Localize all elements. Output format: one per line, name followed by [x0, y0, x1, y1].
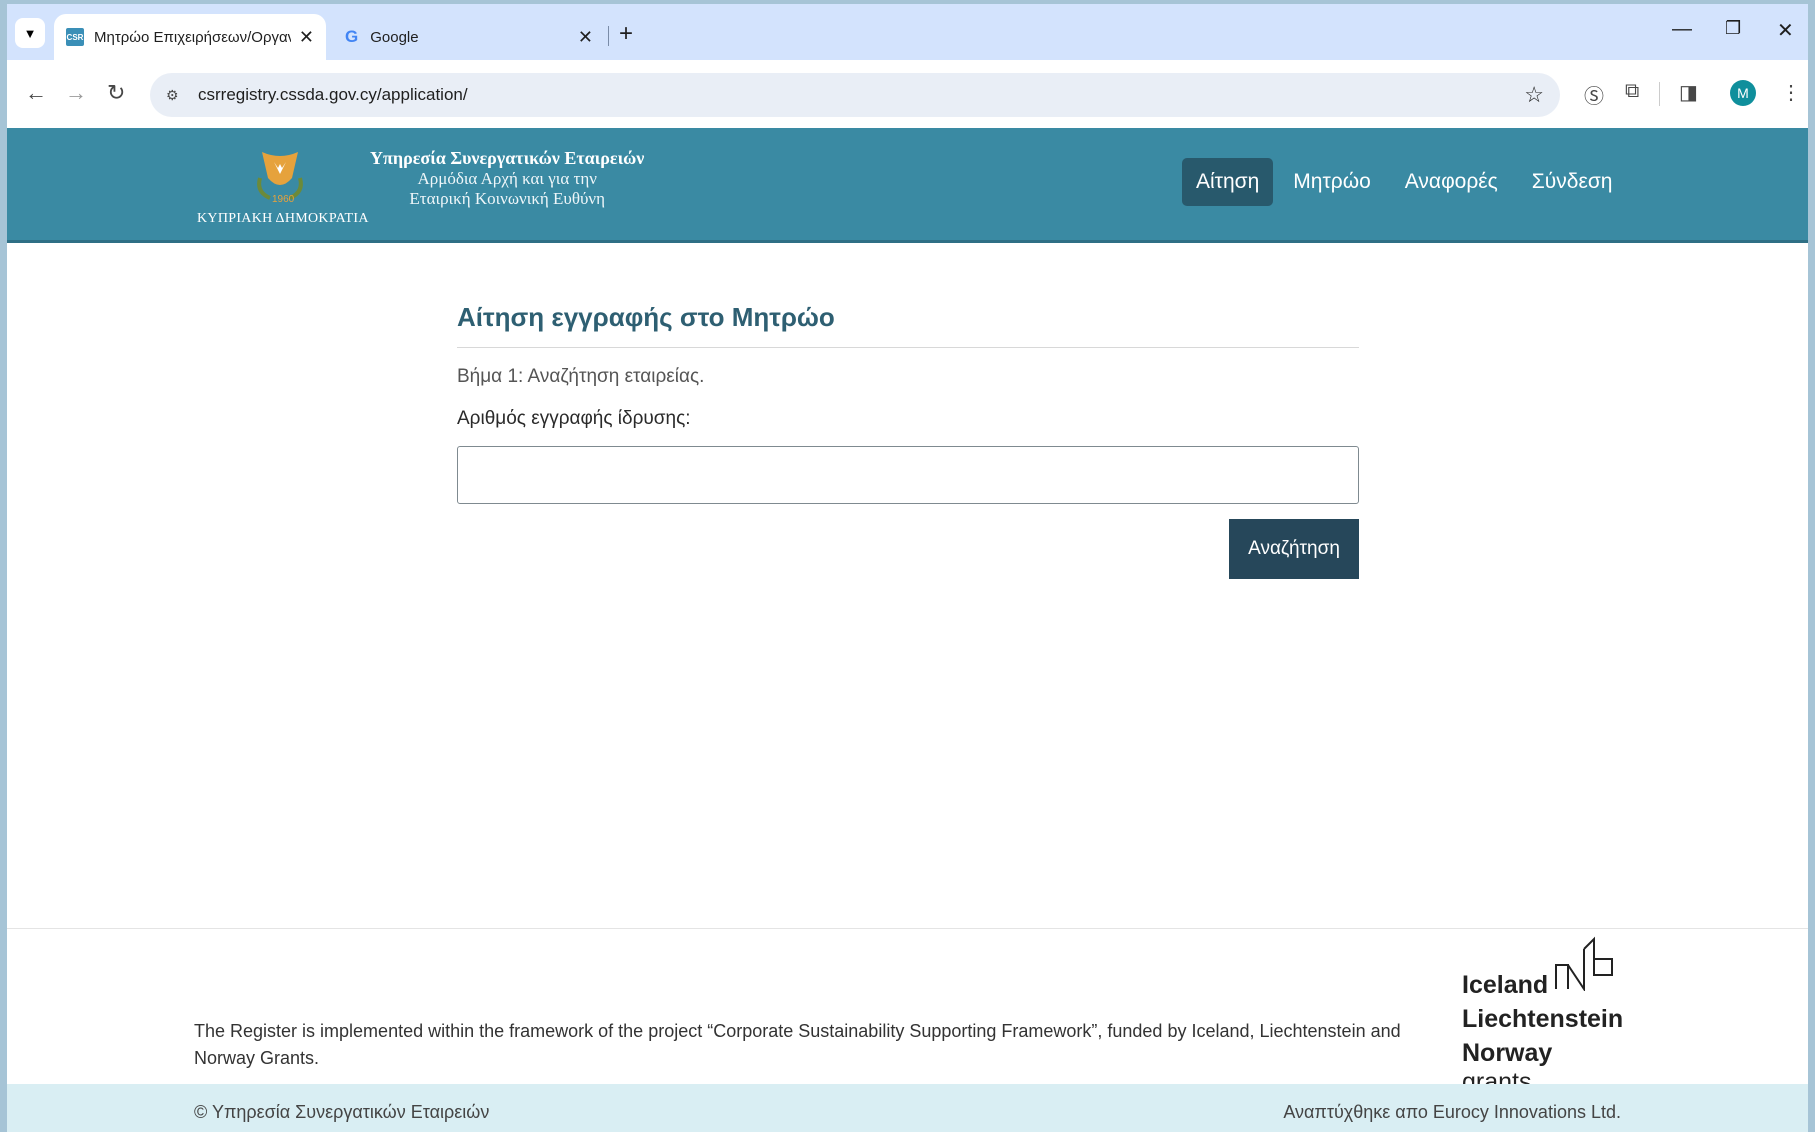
main-nav: Αίτηση Μητρώο Αναφορές Σύνδεση	[1182, 158, 1626, 206]
nav-reports[interactable]: Αναφορές	[1391, 158, 1512, 206]
registration-number-label: Αριθμός εγγραφής ίδρυσης:	[457, 408, 691, 429]
reload-icon[interactable]: ↻	[107, 80, 125, 106]
org-line-2: Αρμόδια Αρχή και για την	[417, 169, 597, 188]
eea-grants-logo: Iceland Liechtenstein Norway grants	[1462, 935, 1624, 1096]
cyprus-emblem-icon: 1960	[257, 152, 303, 202]
close-window-icon[interactable]: ✕	[1777, 18, 1794, 43]
restore-icon[interactable]: ❐	[1725, 18, 1741, 39]
tab-title: Μητρώο Επιχειρήσεων/Οργανισμών	[94, 28, 291, 46]
minimize-icon[interactable]: —	[1672, 18, 1692, 41]
page-title: Αίτηση εγγραφής στο Μητρώο	[457, 302, 1359, 348]
extensions-icon[interactable]: ⧉	[1625, 80, 1639, 103]
close-icon[interactable]: ✕	[299, 27, 314, 48]
developer-credit: Αναπτύχθηκε απο Eurocy Innovations Ltd.	[1283, 1102, 1621, 1122]
tab-separator	[608, 26, 609, 46]
grants-logo-icon	[1555, 936, 1613, 991]
search-button[interactable]: Αναζήτηση	[1229, 519, 1359, 579]
toolbar-separator	[1659, 82, 1660, 106]
browser-toolbar: ← → ↻ ⚙ csrregistry.cssda.gov.cy/applica…	[7, 60, 1808, 128]
tab-title: Google	[370, 28, 419, 46]
site-header: 1960 ΚΥΠΡΙΑΚΗ ΔΗΜΟΚΡΑΤΙΑ Υπηρεσία Συνεργ…	[7, 128, 1808, 243]
chevron-down-icon: ▼	[23, 25, 37, 41]
org-line-3: Εταιρική Κοινωνική Ευθύνη	[409, 189, 605, 208]
grants-iceland: Iceland	[1462, 971, 1549, 999]
org-line-1: Υπηρεσία Συνεργατικών Εταιρειών	[370, 148, 645, 168]
nav-registry[interactable]: Μητρώο	[1279, 158, 1385, 206]
svg-text:1960: 1960	[272, 194, 295, 202]
nav-application[interactable]: Αίτηση	[1182, 158, 1274, 206]
forward-icon[interactable]: →	[65, 80, 87, 106]
close-icon[interactable]: ✕	[578, 27, 593, 48]
bookmark-star-icon[interactable]: ☆	[1524, 82, 1544, 108]
side-panel-icon[interactable]: ◨	[1679, 80, 1698, 105]
tab-strip: ▼ CSR Μητρώο Επιχειρήσεων/Οργανισμών ✕ G…	[7, 4, 1808, 60]
address-bar[interactable]: ⚙ csrregistry.cssda.gov.cy/application/ …	[150, 73, 1560, 117]
skype-extension-icon[interactable]: Ⓢ	[1584, 80, 1604, 109]
tab-csr-registry[interactable]: CSR Μητρώο Επιχειρήσεων/Οργανισμών ✕	[54, 14, 326, 60]
back-icon[interactable]: ←	[25, 80, 47, 106]
browser-window: ▼ CSR Μητρώο Επιχειρήσεων/Οργανισμών ✕ G…	[7, 4, 1808, 1132]
tab-google[interactable]: G Google ✕	[333, 14, 605, 60]
menu-icon[interactable]: ⋮	[1781, 80, 1801, 105]
url-text[interactable]: csrregistry.cssda.gov.cy/application/	[198, 85, 468, 105]
step-text: Βήμα 1: Αναζήτηση εταιρείας.	[457, 366, 705, 387]
copyright-bar: © Υπηρεσία Συνεργατικών Εταιρειών Αναπτύ…	[7, 1084, 1808, 1132]
organization-name: Υπηρεσία Συνεργατικών Εταιρειών Αρμόδια …	[370, 148, 644, 209]
nav-login[interactable]: Σύνδεση	[1518, 158, 1627, 206]
registration-number-input[interactable]	[457, 446, 1359, 504]
grants-norway-label: Norway	[1462, 1039, 1553, 1067]
new-tab-icon[interactable]: +	[619, 20, 633, 48]
footer: The Register is implemented within the f…	[7, 928, 1808, 1096]
footer-project-text: The Register is implemented within the f…	[194, 1021, 1401, 1068]
grants-liechtenstein: Liechtenstein	[1462, 1005, 1624, 1033]
copyright-text: © Υπηρεσία Συνεργατικών Εταιρειών	[194, 1102, 490, 1122]
google-favicon-icon: G	[345, 27, 359, 46]
profile-avatar[interactable]: M	[1730, 80, 1756, 106]
tab-search-button[interactable]: ▼	[15, 18, 45, 48]
republic-label: ΚΥΠΡΙΑΚΗ ΔΗΜΟΚΡΑΤΙΑ	[197, 211, 369, 226]
site-settings-icon[interactable]: ⚙	[166, 87, 186, 104]
main-content: Αίτηση εγγραφής στο Μητρώο Βήμα 1: Αναζή…	[457, 240, 1359, 579]
csr-favicon-icon: CSR	[66, 28, 84, 46]
